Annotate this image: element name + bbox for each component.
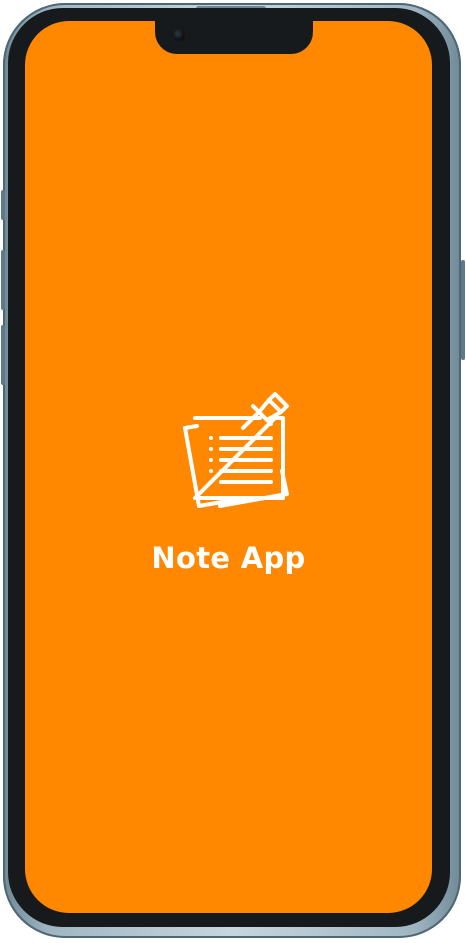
pinned-notes-icon — [183, 392, 289, 508]
splash-screen: Note App — [25, 21, 432, 913]
mute-switch — [1, 190, 5, 220]
app-title: Note App — [151, 541, 306, 575]
notch — [155, 21, 313, 54]
front-camera — [173, 29, 185, 41]
power-button — [461, 260, 465, 360]
phone-bezel: Note App — [8, 8, 450, 927]
volume-down-button — [1, 325, 5, 385]
volume-up-button — [1, 250, 5, 310]
